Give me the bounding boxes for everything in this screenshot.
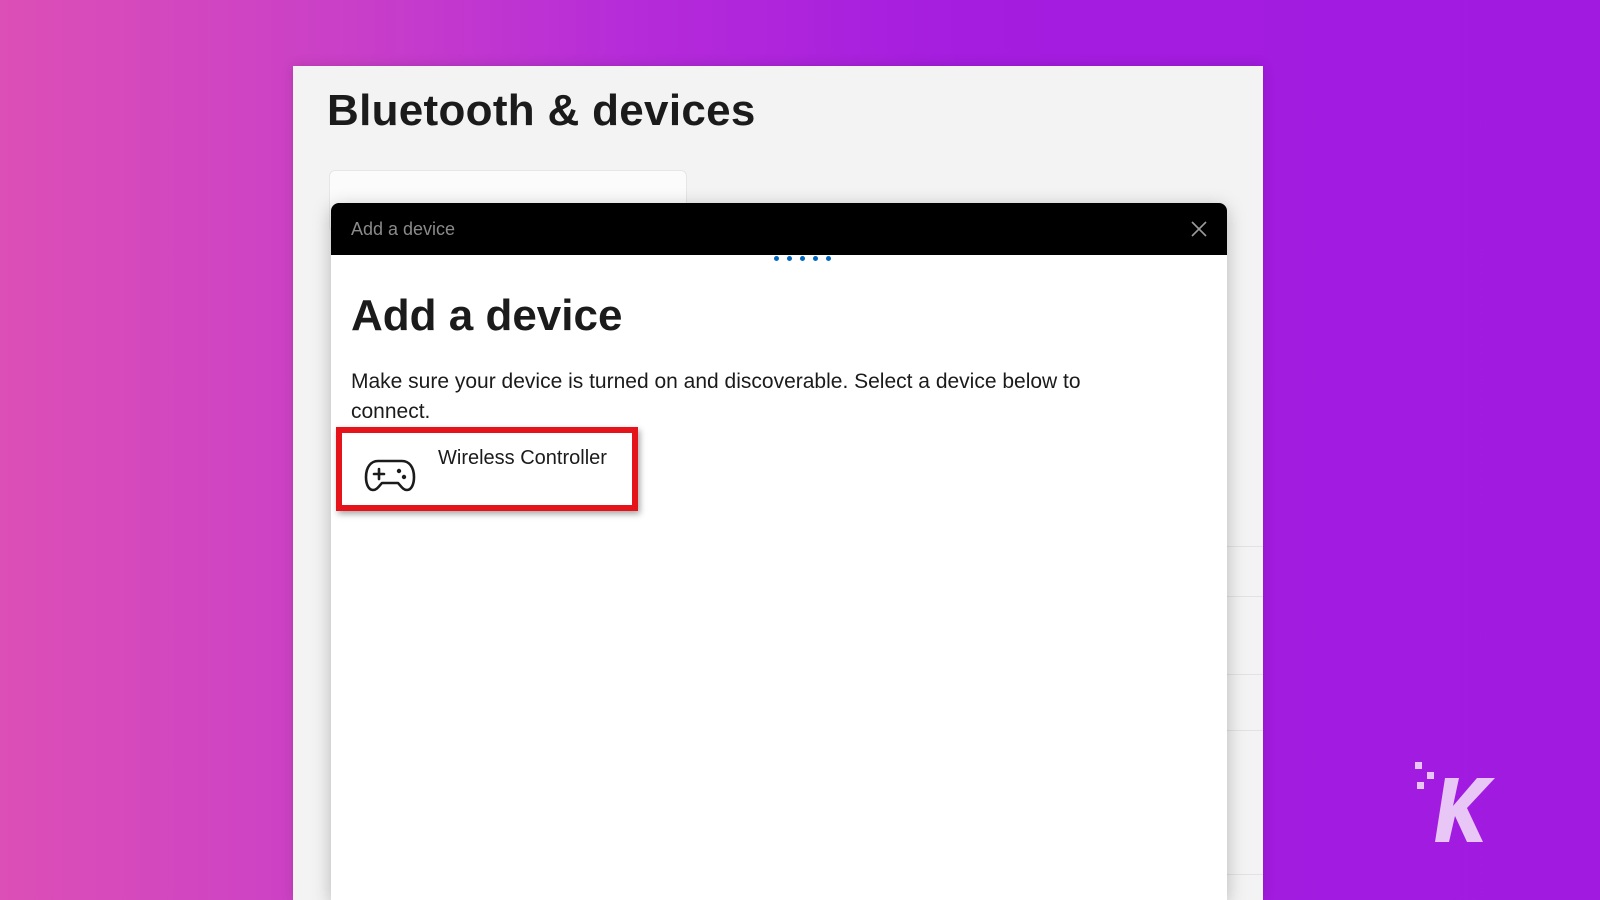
dialog-description: Make sure your device is turned on and d… — [351, 370, 1081, 423]
background-divider — [1225, 730, 1263, 731]
highlight-box — [336, 427, 638, 511]
close-button[interactable] — [1185, 215, 1213, 243]
dialog-titlebar[interactable]: Add a device — [331, 203, 1227, 255]
progress-dot — [774, 256, 779, 261]
logo-icon — [1415, 762, 1495, 842]
close-icon — [1191, 221, 1207, 237]
add-device-dialog: Add a device Add a device Make sure your… — [331, 203, 1227, 900]
background-divider — [1225, 596, 1263, 597]
background-divider — [1225, 874, 1263, 875]
progress-dot — [800, 256, 805, 261]
background-divider — [1225, 674, 1263, 675]
progress-dots — [774, 256, 831, 261]
page-title: Bluetooth & devices — [327, 86, 756, 135]
progress-dot — [787, 256, 792, 261]
dialog-titlebar-title: Add a device — [351, 219, 456, 239]
progress-dot — [826, 256, 831, 261]
background-divider — [1225, 546, 1263, 547]
dialog-heading: Add a device — [351, 291, 623, 340]
progress-dot — [813, 256, 818, 261]
